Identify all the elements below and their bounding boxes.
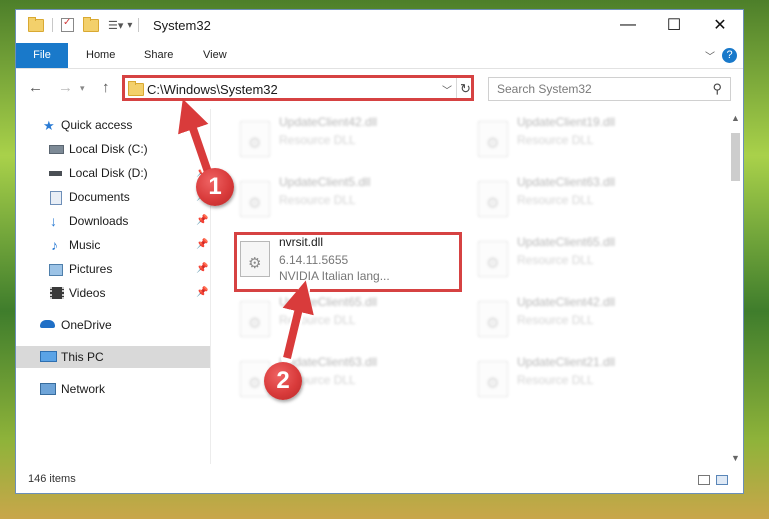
step-1-callout: 1 <box>196 168 234 206</box>
callout-arrows <box>178 98 314 364</box>
step-2-callout: 2 <box>264 362 302 400</box>
arrow-1 <box>178 98 212 174</box>
